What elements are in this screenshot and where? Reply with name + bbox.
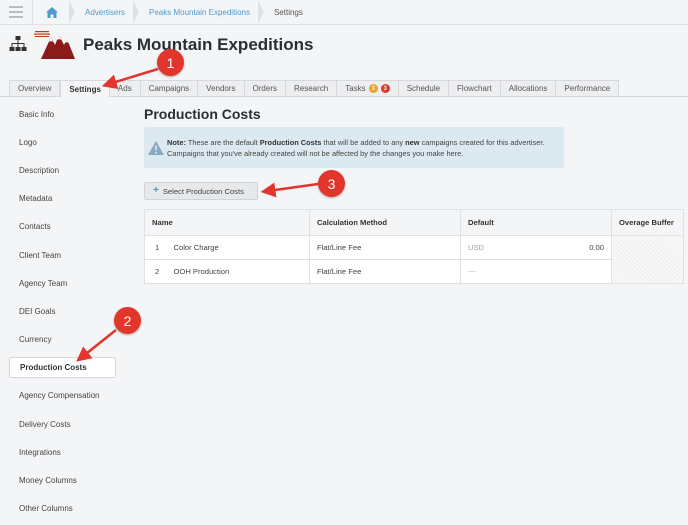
sidebar-item-logo[interactable]: Logo [9,128,116,156]
tab-label: Campaigns [148,84,190,93]
overage-buffer-disabled [611,235,684,284]
sitemap-icon[interactable] [9,36,27,52]
warning-icon [147,140,164,155]
sidebar-item-other-columns[interactable]: Other Columns [9,495,116,523]
annotation-arrow-3 [260,182,319,198]
note-label: Note: [167,137,186,147]
tab-flowchart[interactable]: Flowchart [449,80,501,97]
tab-allocations[interactable]: Allocations [500,80,557,97]
tab-label: Overview [18,84,52,93]
tasks-overdue-badge: 3 [380,84,390,93]
tab-research[interactable]: Research [285,80,338,97]
table-row[interactable]: 1 Color Charge Flat/Line Fee USD 0.00 [144,235,684,284]
sidebar-item-description[interactable]: Description [9,156,116,184]
tab-vendors[interactable]: Vendors [198,80,245,97]
tab-bar: Overview Settings Ads Campaigns Vendors … [0,80,688,98]
annotation-marker-3: 3 [318,170,345,197]
row-number: 1 [144,235,167,260]
tab-label: Tasks [345,84,366,93]
row-number: 2 [144,259,167,284]
select-production-costs-button[interactable]: + Select Production Costs [144,182,258,200]
row-calculation-method: Flat/Line Fee [309,259,461,284]
section-title: Production Costs [144,106,261,122]
tab-label: Performance [564,84,611,93]
sidebar-item-client-team[interactable]: Client Team [9,241,116,269]
page-header: Peaks Mountain Expeditions [0,26,688,66]
tab-label: Allocations [508,84,548,93]
currency-label: --- [468,267,476,276]
production-costs-table: Name Calculation Method Default Overage … [144,209,684,284]
tab-tasks[interactable]: Tasks 3 3 [337,80,399,97]
tab-label: Orders [252,84,277,93]
tab-orders[interactable]: Orders [244,80,286,97]
sidebar-item-money-columns[interactable]: Money Columns [9,466,116,494]
sidebar-item-production-costs[interactable]: Production Costs [9,357,116,379]
top-bar: Advertisers Peaks Mountain Expeditions S… [0,0,688,25]
sidebar-item-delivery-costs[interactable]: Delivery Costs [9,410,116,438]
sidebar-item-metadata[interactable]: Metadata [9,185,116,213]
breadcrumb-advertiser[interactable]: Peaks Mountain Expeditions [139,0,264,25]
settings-sidebar: Basic Info Logo Description Metadata Con… [9,100,116,523]
plus-icon: + [153,185,159,196]
advertiser-logo [34,31,75,59]
note-bold: new [405,137,420,147]
page-title: Peaks Mountain Expeditions [83,35,314,54]
home-icon [46,6,58,18]
tab-label: Settings [69,84,101,94]
column-header-name[interactable]: Name [144,209,310,236]
tab-ads[interactable]: Ads [109,80,141,97]
main-content: Production Costs Note: These are the def… [144,100,688,284]
sidebar-item-integrations[interactable]: Integrations [9,438,116,466]
note-text-part: These are the default [185,137,260,147]
row-calculation-method: Flat/Line Fee [309,235,461,260]
note-bold: Production Costs [259,137,322,147]
column-header-calculation-method[interactable]: Calculation Method [309,209,461,236]
currency-label: USD [468,243,485,252]
note-text-part: that will be added to any [321,137,406,147]
breadcrumb-home[interactable] [33,0,75,25]
menu-icon[interactable] [0,0,33,25]
tab-campaigns[interactable]: Campaigns [140,80,199,97]
button-label: Select Production Costs [162,186,244,196]
tab-performance[interactable]: Performance [556,80,620,97]
row-default[interactable]: USD 0.00 [460,235,612,260]
breadcrumb-current: Settings [273,7,303,17]
row-name: Color Charge [166,235,310,260]
tab-label: Research [293,84,329,93]
column-header-overage-buffer[interactable]: Overage Buffer [611,209,684,236]
table-row[interactable]: 2 OOH Production Flat/Line Fee --- [144,259,684,284]
sidebar-item-agency-compensation[interactable]: Agency Compensation [9,382,116,410]
sidebar-item-agency-team[interactable]: Agency Team [9,269,116,297]
tab-overview[interactable]: Overview [9,80,61,97]
breadcrumb-advertisers[interactable]: Advertisers [75,0,140,25]
row-name: OOH Production [166,259,310,284]
tab-label: Ads [117,84,132,93]
table-header-row: Name Calculation Method Default Overage … [144,209,684,236]
tab-label: Vendors [206,84,236,93]
tab-schedule[interactable]: Schedule [398,80,450,97]
tasks-pending-badge: 3 [368,84,378,93]
default-value: 0.00 [589,243,604,252]
note-text: Note: These are the default Production C… [167,137,564,159]
sidebar-item-dei-goals[interactable]: DEI Goals [9,297,116,325]
sidebar-item-contacts[interactable]: Contacts [9,213,116,241]
annotation-marker-2: 2 [114,307,141,334]
note-alert: Note: These are the default Production C… [144,127,564,168]
tab-settings[interactable]: Settings [60,80,110,98]
tab-label: Schedule [406,84,441,93]
tab-label: Flowchart [457,84,492,93]
sidebar-item-currency[interactable]: Currency [9,326,116,354]
column-header-default[interactable]: Default [460,209,612,236]
sidebar-item-basic-info[interactable]: Basic Info [9,100,116,128]
row-default[interactable]: --- [460,259,612,284]
